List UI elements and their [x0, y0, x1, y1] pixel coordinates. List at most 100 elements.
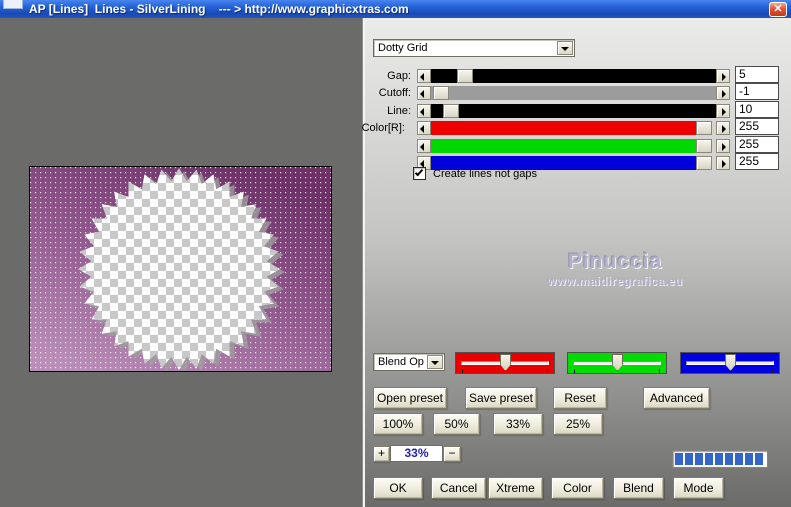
cutoff-slider-track[interactable]: [431, 86, 716, 100]
slider-right-arrow-button[interactable]: [716, 86, 730, 100]
effect-preset-dropdown[interactable]: Dotty Grid: [373, 39, 575, 57]
color-red-slider-track[interactable]: [431, 121, 716, 135]
zoom-25-button[interactable]: 25%: [553, 413, 603, 435]
slider-left-arrow-button[interactable]: [417, 121, 431, 135]
mode-button[interactable]: Mode: [673, 477, 724, 499]
window-title: AP [Lines] Lines - SilverLining --- > ht…: [29, 2, 409, 16]
color-green-slider-thumb[interactable]: [696, 139, 712, 153]
xtreme-button[interactable]: Xtreme: [488, 477, 543, 499]
progress-segment: [695, 453, 703, 465]
progress-segment: [755, 453, 763, 465]
gap-value-field[interactable]: 5: [735, 66, 779, 83]
right-arrow-icon: [722, 108, 726, 116]
slider-left-arrow-button[interactable]: [417, 139, 431, 153]
effect-preset-value: Dotty Grid: [378, 42, 428, 54]
cutoff-slider[interactable]: [417, 86, 730, 100]
slider-right-arrow-button[interactable]: [716, 139, 730, 153]
left-arrow-icon: [420, 73, 424, 81]
zoom-in-button[interactable]: +: [373, 446, 390, 462]
cutoff-label: Cutoff:: [378, 87, 411, 99]
color-red-slider-thumb[interactable]: [696, 121, 712, 135]
green-value-field[interactable]: 255: [735, 136, 779, 153]
line-slider-thumb[interactable]: [443, 104, 459, 118]
zoom-33-button[interactable]: 33%: [493, 413, 543, 435]
line-slider-row: Line:: [365, 104, 791, 118]
close-button[interactable]: ✕: [769, 2, 787, 17]
color-blue-slider-thumb[interactable]: [696, 156, 712, 170]
cutoff-slider-thumb[interactable]: [433, 86, 449, 100]
save-preset-button[interactable]: Save preset: [465, 387, 537, 409]
blue-value-field[interactable]: 255: [735, 153, 779, 170]
zoom-level-field[interactable]: 33%: [390, 445, 443, 462]
close-icon: ✕: [773, 3, 783, 15]
blend-options-value: Blend Opti: [378, 356, 424, 368]
create-lines-checkbox[interactable]: [413, 167, 426, 180]
blend-options-dropdown[interactable]: Blend Opti: [373, 353, 445, 371]
zoom-out-button[interactable]: −: [443, 446, 461, 462]
advanced-button[interactable]: Advanced: [643, 387, 710, 409]
line-slider[interactable]: [417, 104, 730, 118]
color-button[interactable]: Color: [551, 477, 604, 499]
line-slider-track[interactable]: [431, 104, 716, 118]
cancel-button[interactable]: Cancel: [431, 477, 486, 499]
line-value-field[interactable]: 10: [735, 101, 779, 118]
gap-slider[interactable]: [417, 69, 730, 83]
color-red-slider[interactable]: [417, 121, 730, 135]
right-arrow-icon: [722, 90, 726, 98]
dropdown-button[interactable]: [557, 41, 573, 55]
cutoff-slider-row: Cutoff:: [365, 86, 791, 100]
color-red-slider-row: Color[R]:: [362, 121, 791, 135]
progress-segment: [745, 453, 753, 465]
color-green-slider-track[interactable]: [431, 139, 716, 153]
blend-green-thumb[interactable]: [612, 354, 623, 371]
ok-button[interactable]: OK: [373, 477, 423, 499]
slider-right-arrow-button[interactable]: [716, 104, 730, 118]
preview-canvas[interactable]: [30, 167, 331, 373]
slider-right-arrow-button[interactable]: [716, 69, 730, 83]
tick-mark: [574, 369, 575, 373]
watermark-url: www.maidiregrafica.eu: [547, 276, 683, 288]
red-value-field[interactable]: 255: [735, 118, 779, 135]
gap-slider-track[interactable]: [431, 69, 716, 83]
progress-bar: [672, 450, 768, 468]
zoom-50-button[interactable]: 50%: [433, 413, 480, 435]
left-arrow-icon: [420, 125, 424, 133]
green-fill: [431, 139, 697, 153]
slider-left-arrow-button[interactable]: [417, 69, 431, 83]
checkmark-icon: [414, 167, 424, 177]
blend-blue-thumb[interactable]: [725, 354, 736, 371]
watermark-name: Pinuccia: [567, 250, 663, 273]
cutoff-value-field[interactable]: -1: [735, 83, 779, 100]
left-arrow-icon: [420, 108, 424, 116]
blend-red-thumb[interactable]: [500, 354, 511, 371]
reset-button[interactable]: Reset: [553, 387, 607, 409]
window-icon: [3, 0, 23, 9]
progress-segment: [675, 453, 683, 465]
blend-red-slider[interactable]: [455, 352, 555, 374]
color-green-slider[interactable]: [417, 139, 730, 153]
progress-segment: [735, 453, 743, 465]
dropdown-button[interactable]: [427, 355, 443, 369]
gap-slider-thumb[interactable]: [457, 69, 473, 83]
slider-right-arrow-button[interactable]: [716, 121, 730, 135]
tick-mark: [547, 369, 548, 373]
slider-left-arrow-button[interactable]: [417, 86, 431, 100]
blend-blue-slider[interactable]: [680, 352, 780, 374]
blend-green-slider[interactable]: [567, 352, 667, 374]
left-arrow-icon: [420, 143, 424, 151]
slider-left-arrow-button[interactable]: [417, 104, 431, 118]
red-fill: [431, 121, 697, 135]
preview-panel: [0, 18, 363, 507]
tick-mark: [687, 369, 688, 373]
slider-right-arrow-button[interactable]: [716, 156, 730, 170]
chevron-down-icon: [431, 361, 439, 369]
color-blue-slider-row: [365, 156, 791, 170]
color-green-slider-row: [365, 139, 791, 153]
open-preset-button[interactable]: Open preset: [373, 387, 447, 409]
zoom-100-button[interactable]: 100%: [373, 413, 423, 435]
gap-slider-row: Gap:: [365, 69, 791, 83]
left-arrow-icon: [420, 90, 424, 98]
blend-button[interactable]: Blend: [613, 477, 664, 499]
title-bar[interactable]: AP [Lines] Lines - SilverLining --- > ht…: [0, 0, 791, 18]
right-arrow-icon: [722, 125, 726, 133]
